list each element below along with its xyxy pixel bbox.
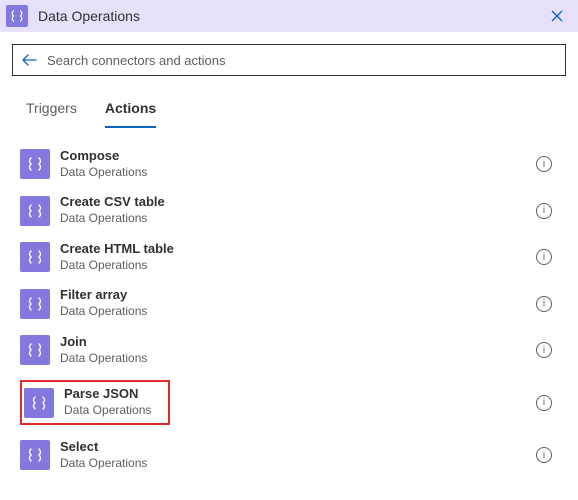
action-row[interactable]: Create CSV tableData Operations i: [20, 194, 558, 226]
back-arrow-icon[interactable]: [21, 53, 37, 67]
action-title: Select: [60, 439, 147, 456]
info-icon: i: [543, 298, 545, 309]
action-text: Parse JSONData Operations: [64, 386, 151, 418]
data-operations-icon: [20, 196, 50, 226]
action-row-main[interactable]: ComposeData Operations: [20, 148, 536, 180]
info-button[interactable]: i: [536, 447, 552, 463]
action-row[interactable]: Parse JSONData Operations i: [20, 380, 558, 424]
info-button[interactable]: i: [536, 249, 552, 265]
action-row[interactable]: Filter arrayData Operations i: [20, 287, 558, 319]
info-button[interactable]: i: [536, 156, 552, 172]
action-text: ComposeData Operations: [60, 148, 147, 180]
action-row-main[interactable]: Filter arrayData Operations: [20, 287, 536, 319]
data-operations-icon: [6, 5, 28, 27]
action-text: Filter arrayData Operations: [60, 287, 147, 319]
search-container: [0, 32, 578, 82]
action-subtitle: Data Operations: [60, 165, 147, 181]
info-icon: i: [543, 397, 545, 408]
info-icon: i: [543, 252, 545, 263]
info-icon: i: [543, 159, 545, 170]
action-row[interactable]: Create HTML tableData Operations i: [20, 241, 558, 273]
action-row[interactable]: JoinData Operations i: [20, 334, 558, 366]
data-operations-icon: [20, 242, 50, 272]
info-button[interactable]: i: [536, 342, 552, 358]
action-title: Create HTML table: [60, 241, 174, 258]
action-row-main[interactable]: Create CSV tableData Operations: [20, 194, 536, 226]
panel-header: Data Operations: [0, 0, 578, 32]
search-input[interactable]: [47, 53, 557, 68]
action-title: Filter array: [60, 287, 147, 304]
action-list: ComposeData OperationsiCreate CSV tableD…: [0, 128, 578, 471]
action-subtitle: Data Operations: [60, 258, 174, 274]
action-row-main[interactable]: Create HTML tableData Operations: [20, 241, 536, 273]
action-subtitle: Data Operations: [60, 456, 147, 472]
info-icon: i: [543, 450, 545, 461]
data-operations-icon: [24, 388, 54, 418]
tab-actions[interactable]: Actions: [105, 100, 156, 128]
action-row-main[interactable]: Parse JSONData Operations: [20, 380, 170, 424]
action-text: JoinData Operations: [60, 334, 147, 366]
info-icon: i: [543, 205, 545, 216]
action-row[interactable]: ComposeData Operations i: [20, 148, 558, 180]
data-operations-icon: [20, 440, 50, 470]
action-text: SelectData Operations: [60, 439, 147, 471]
action-row-main[interactable]: JoinData Operations: [20, 334, 536, 366]
action-subtitle: Data Operations: [60, 211, 165, 227]
data-operations-icon: [20, 335, 50, 365]
close-icon: [550, 9, 564, 23]
close-button[interactable]: [544, 7, 570, 25]
action-row[interactable]: SelectData Operations i: [20, 439, 558, 471]
action-text: Create CSV tableData Operations: [60, 194, 165, 226]
info-button[interactable]: i: [536, 395, 552, 411]
action-subtitle: Data Operations: [60, 351, 147, 367]
panel-title: Data Operations: [38, 8, 544, 24]
action-subtitle: Data Operations: [64, 403, 151, 419]
data-operations-icon: [20, 149, 50, 179]
data-operations-icon: [20, 289, 50, 319]
search-box[interactable]: [12, 44, 566, 76]
info-button[interactable]: i: [536, 296, 552, 312]
action-subtitle: Data Operations: [60, 304, 147, 320]
action-row-main[interactable]: SelectData Operations: [20, 439, 536, 471]
tab-triggers[interactable]: Triggers: [26, 100, 77, 128]
tab-bar: Triggers Actions: [0, 82, 578, 128]
action-title: Create CSV table: [60, 194, 165, 211]
info-icon: i: [543, 345, 545, 356]
action-title: Join: [60, 334, 147, 351]
action-title: Parse JSON: [64, 386, 151, 403]
action-title: Compose: [60, 148, 147, 165]
info-button[interactable]: i: [536, 203, 552, 219]
action-text: Create HTML tableData Operations: [60, 241, 174, 273]
